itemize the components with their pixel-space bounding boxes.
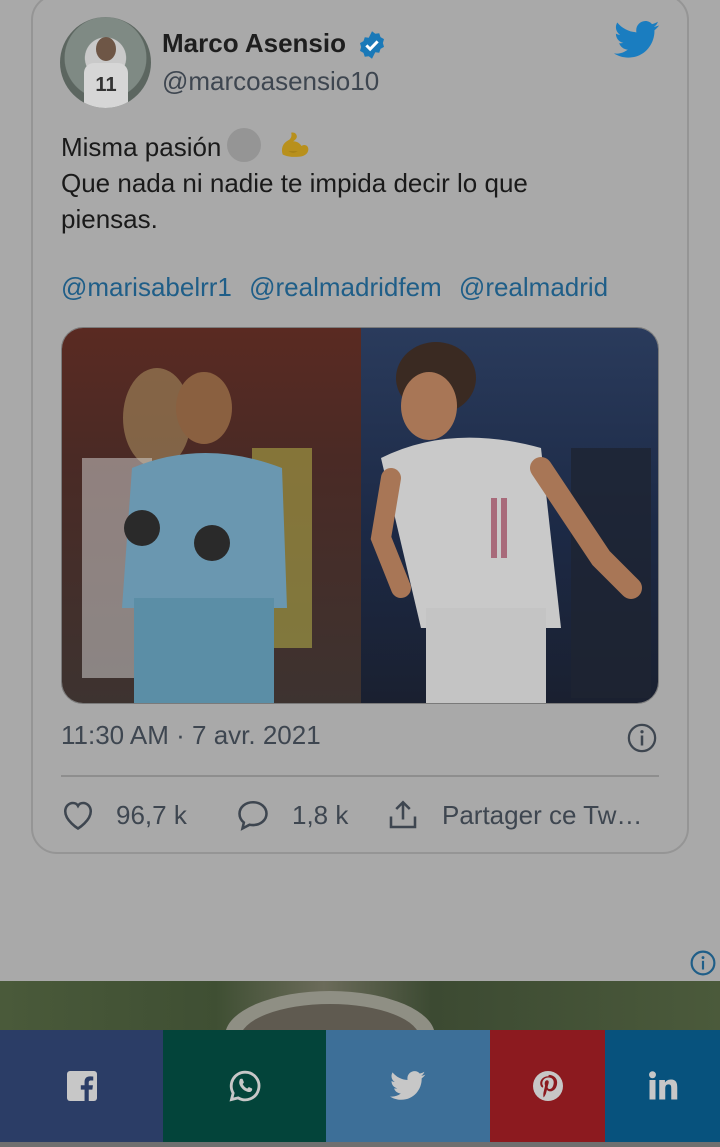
flexed-biceps-emoji: [282, 132, 309, 157]
pinterest-share-button[interactable]: [490, 1030, 605, 1142]
photo-player: [361, 328, 658, 703]
share-bar: [0, 1030, 720, 1142]
ad-info-icon[interactable]: [690, 950, 716, 976]
mention-link[interactable]: @realmadrid: [459, 272, 608, 302]
author-handle[interactable]: @marcoasensio10: [162, 66, 379, 97]
article-image-preview[interactable]: [0, 981, 720, 1081]
tweet-text-line3: piensas.: [61, 204, 158, 234]
speech-bubble-icon[interactable]: [235, 797, 271, 833]
twitter-bird-icon[interactable]: [614, 20, 660, 60]
share-upload-icon[interactable]: [385, 797, 421, 833]
circle-emoji: [227, 128, 262, 162]
replies-count[interactable]: 1,8 k: [292, 800, 348, 831]
avatar[interactable]: 11: [60, 17, 151, 108]
article-image-illustration: [225, 991, 435, 1081]
author-name[interactable]: Marco Asensio: [162, 28, 346, 59]
facebook-share-button[interactable]: [0, 1030, 163, 1142]
tweet-text: Misma pasión Que nada ni nadie te impida…: [61, 128, 621, 237]
tweet-line1-text: Misma pasión: [61, 132, 222, 162]
goalkeeper-illustration: [82, 368, 312, 703]
tweet-divider: [61, 775, 659, 777]
linkedin-icon: [648, 1071, 677, 1100]
bottom-strip: [0, 1142, 720, 1147]
twitter-share-button[interactable]: [326, 1030, 490, 1142]
heart-icon[interactable]: [60, 797, 96, 833]
share-tweet-link[interactable]: Partager ce Tw…: [442, 800, 642, 831]
whatsapp-share-button[interactable]: [163, 1030, 326, 1142]
tweet-timestamp[interactable]: 11:30 AM · 7 avr. 2021: [61, 720, 321, 751]
tweet-photo[interactable]: [61, 327, 659, 704]
pinterest-icon: [532, 1071, 563, 1101]
avatar-head: [96, 37, 116, 61]
photo-goalkeeper: [62, 328, 361, 703]
twitter-share-icon: [390, 1071, 426, 1100]
avatar-jersey-number: 11: [84, 63, 128, 108]
tweet-mentions: @marisabelrr1 @realmadridfem @realmadrid: [61, 272, 618, 303]
likes-count[interactable]: 96,7 k: [116, 800, 187, 831]
mention-link[interactable]: @marisabelrr1: [61, 272, 232, 302]
player-illustration: [370, 342, 651, 703]
facebook-icon: [66, 1071, 97, 1101]
info-icon[interactable]: [627, 723, 657, 753]
linkedin-share-button[interactable]: [605, 1030, 720, 1142]
whatsapp-icon: [229, 1070, 260, 1102]
mention-link[interactable]: @realmadridfem: [249, 272, 442, 302]
verified-badge-icon: [360, 31, 384, 59]
tweet-text-line1: Misma pasión: [61, 128, 621, 165]
tweet-text-line2: Que nada ni nadie te impida decir lo que: [61, 168, 528, 198]
